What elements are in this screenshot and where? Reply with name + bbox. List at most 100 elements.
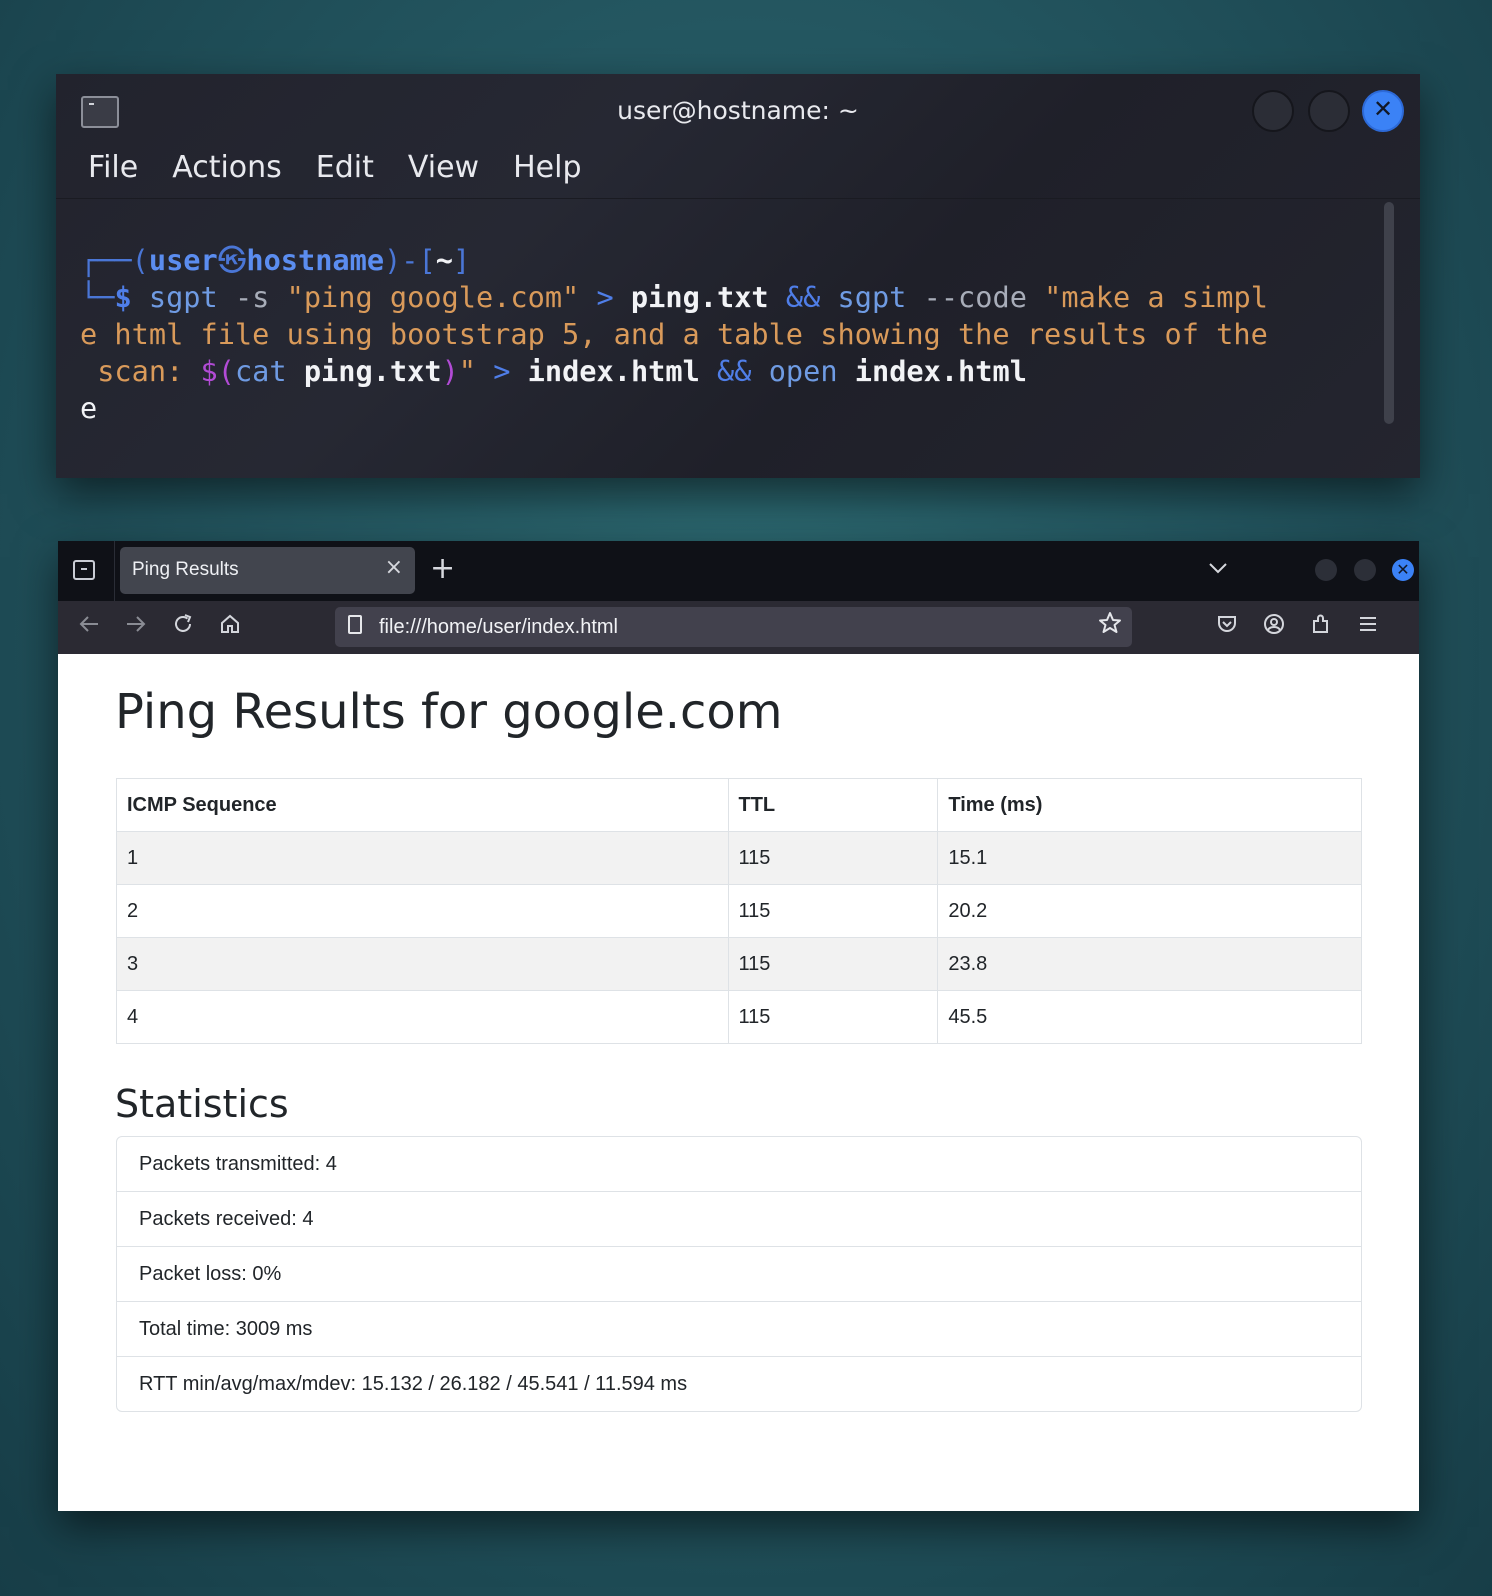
cmd-token: && bbox=[768, 280, 838, 314]
close-icon: ✕ bbox=[1396, 560, 1410, 579]
maximize-button[interactable] bbox=[1308, 90, 1350, 132]
list-item: Packets transmitted: 4 bbox=[139, 1153, 337, 1175]
table-row: 1 115 15.1 bbox=[116, 831, 1362, 885]
tab-list-icon[interactable] bbox=[73, 560, 95, 580]
web-page: Ping Results for google.com ICMP Sequenc… bbox=[58, 654, 1419, 1511]
browser-window: Ping Results × + ✕ file:///home/user/ind… bbox=[58, 541, 1419, 1511]
table-cell: 1 bbox=[116, 831, 729, 885]
cmd-token: "make a simpl bbox=[1044, 280, 1268, 314]
tab-bar: Ping Results × + ✕ bbox=[58, 541, 1419, 601]
table-cell: 23.8 bbox=[937, 937, 1362, 991]
table-cell: 45.5 bbox=[937, 990, 1362, 1044]
prompt-line: ┌──(user㉿hostname)-[~] bbox=[80, 242, 1370, 279]
terminal-separator bbox=[56, 198, 1420, 199]
prompt-paren: )-[ bbox=[384, 243, 436, 277]
table-row: 2 115 20.2 bbox=[116, 884, 1362, 938]
statistics-heading: Statistics bbox=[115, 1082, 289, 1126]
menu-help[interactable]: Help bbox=[513, 150, 581, 190]
cmd-token: index.html bbox=[854, 354, 1027, 388]
terminal-titlebar: user@hostname: ~ ✕ bbox=[56, 74, 1420, 146]
table-cell: 15.1 bbox=[937, 831, 1362, 885]
terminal-scrollbar[interactable] bbox=[1384, 202, 1394, 424]
close-button[interactable]: ✕ bbox=[1392, 559, 1414, 581]
prompt-bracket: ] bbox=[452, 243, 471, 277]
command-line-2: e html file using bootstrap 5, and a tab… bbox=[80, 316, 1370, 353]
table-cell: 115 bbox=[727, 990, 939, 1044]
list-item: RTT min/avg/max/mdev: 15.132 / 26.182 / … bbox=[117, 1356, 1361, 1411]
column-header: Time (ms) bbox=[937, 778, 1362, 832]
cmd-token: --code bbox=[906, 280, 1045, 314]
cmd-token: ping.txt bbox=[630, 280, 769, 314]
command-line-3: scan: $(cat ping.txt)" > index.html && o… bbox=[80, 353, 1370, 390]
command-line-1: └─$ sgpt -s "ping google.com" > ping.txt… bbox=[80, 279, 1370, 316]
prompt-frame: ┌──( bbox=[80, 243, 149, 277]
terminal-output[interactable]: ┌──(user㉿hostname)-[~] └─$ sgpt -s "ping … bbox=[80, 242, 1370, 427]
list-item: Packets received: 4 bbox=[117, 1191, 1361, 1246]
menu-edit[interactable]: Edit bbox=[316, 150, 374, 190]
address-bar[interactable]: file:///home/user/index.html bbox=[335, 607, 1132, 647]
maximize-button[interactable] bbox=[1354, 559, 1376, 581]
arrow-right-icon[interactable] bbox=[125, 613, 147, 641]
cmd-token: > bbox=[476, 354, 528, 388]
cmd-token: index.html bbox=[527, 354, 700, 388]
page-icon bbox=[348, 615, 362, 634]
prompt-dir: ~ bbox=[435, 243, 453, 277]
hamburger-menu-icon[interactable] bbox=[1357, 613, 1379, 641]
cmd-token: ping.txt bbox=[303, 354, 442, 388]
table-cell: 2 bbox=[116, 884, 729, 938]
cmd-token: && bbox=[699, 354, 769, 388]
cmd-token: $( bbox=[200, 354, 235, 388]
reload-icon[interactable] bbox=[172, 613, 194, 641]
account-icon[interactable] bbox=[1263, 613, 1285, 641]
cmd-token: sgpt bbox=[837, 280, 907, 314]
tab-separator bbox=[114, 541, 115, 601]
results-table: ICMP Sequence TTL Time (ms) 1 115 15.1 2… bbox=[116, 778, 1362, 1044]
close-button[interactable]: ✕ bbox=[1362, 90, 1404, 132]
prompt-frame-bottom: └─ bbox=[80, 280, 115, 314]
cmd-token: e html file using bootstrap 5, and a tab… bbox=[80, 317, 1268, 351]
star-icon[interactable] bbox=[1098, 611, 1122, 642]
new-tab-button[interactable]: + bbox=[430, 551, 455, 586]
prompt-dollar: $ bbox=[114, 280, 132, 314]
terminal-title: user@hostname: ~ bbox=[617, 96, 859, 125]
command-line-4: e bbox=[80, 390, 1370, 427]
column-header: TTL bbox=[727, 778, 939, 832]
cmd-token: ) bbox=[441, 354, 459, 388]
terminal-window: user@hostname: ~ ✕ File Actions Edit Vie… bbox=[56, 74, 1420, 478]
table-cell: 3 bbox=[116, 937, 729, 991]
menu-view[interactable]: View bbox=[408, 150, 479, 190]
cmd-token: sgpt bbox=[131, 280, 218, 314]
table-cell: 115 bbox=[727, 884, 939, 938]
menu-actions[interactable]: Actions bbox=[172, 150, 282, 190]
arrow-left-icon[interactable] bbox=[78, 613, 100, 641]
cmd-token: cat bbox=[234, 354, 304, 388]
minimize-button[interactable] bbox=[1315, 559, 1337, 581]
close-icon[interactable]: × bbox=[385, 555, 403, 580]
menu-file[interactable]: File bbox=[88, 150, 138, 190]
list-item: Total time: 3009 ms bbox=[117, 1301, 1361, 1356]
cmd-token: " bbox=[458, 354, 476, 388]
cmd-token: open bbox=[768, 354, 855, 388]
minimize-button[interactable] bbox=[1252, 90, 1294, 132]
terminal-menubar: File Actions Edit View Help bbox=[88, 150, 616, 190]
chevron-down-icon[interactable] bbox=[1208, 555, 1228, 579]
table-cell: 115 bbox=[727, 937, 939, 991]
statistics-list: Packets transmitted: 4 Packets received:… bbox=[116, 1136, 1362, 1412]
cmd-token: scan: bbox=[80, 354, 201, 388]
table-cell: 20.2 bbox=[937, 884, 1362, 938]
prompt-at: ㉿ bbox=[217, 243, 247, 277]
prompt-host: hostname bbox=[246, 243, 385, 277]
tab-ping-results[interactable]: Ping Results × bbox=[120, 547, 415, 594]
url-text[interactable]: file:///home/user/index.html bbox=[379, 616, 618, 639]
puzzle-icon[interactable] bbox=[1310, 613, 1332, 641]
home-icon[interactable] bbox=[219, 613, 241, 641]
table-row: 4 115 45.5 bbox=[116, 990, 1362, 1044]
cmd-token: "ping google.com" bbox=[286, 280, 580, 314]
cmd-token: -s bbox=[217, 280, 287, 314]
table-cell: 115 bbox=[727, 831, 939, 885]
pocket-icon[interactable] bbox=[1216, 613, 1238, 641]
cmd-token: e bbox=[80, 391, 98, 425]
list-item: Packet loss: 0% bbox=[117, 1246, 1361, 1301]
page-title: Ping Results for google.com bbox=[115, 684, 783, 740]
column-header: ICMP Sequence bbox=[116, 778, 729, 832]
